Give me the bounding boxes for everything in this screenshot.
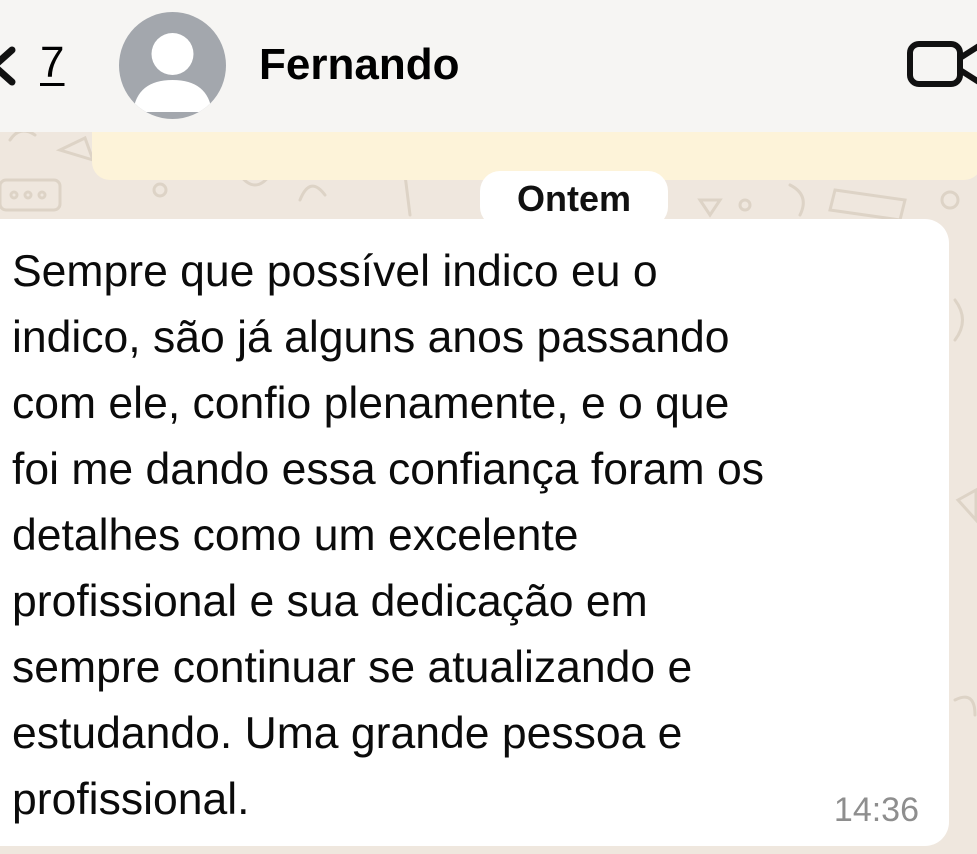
contact-avatar[interactable] [119, 12, 226, 119]
contact-name[interactable]: Fernando [259, 40, 459, 90]
chevron-left-icon[interactable] [0, 36, 26, 96]
unread-count[interactable]: 7 [40, 38, 64, 88]
chat-header: 7 Fernando [0, 0, 977, 132]
default-person-avatar-icon [133, 33, 212, 112]
video-camera-icon[interactable] [906, 36, 977, 94]
incoming-message-bubble[interactable]: Sempre que possível indico eu o indico, … [0, 219, 949, 846]
message-timestamp: 14:36 [833, 791, 919, 829]
message-text: Sempre que possível indico eu o indico, … [12, 247, 764, 824]
